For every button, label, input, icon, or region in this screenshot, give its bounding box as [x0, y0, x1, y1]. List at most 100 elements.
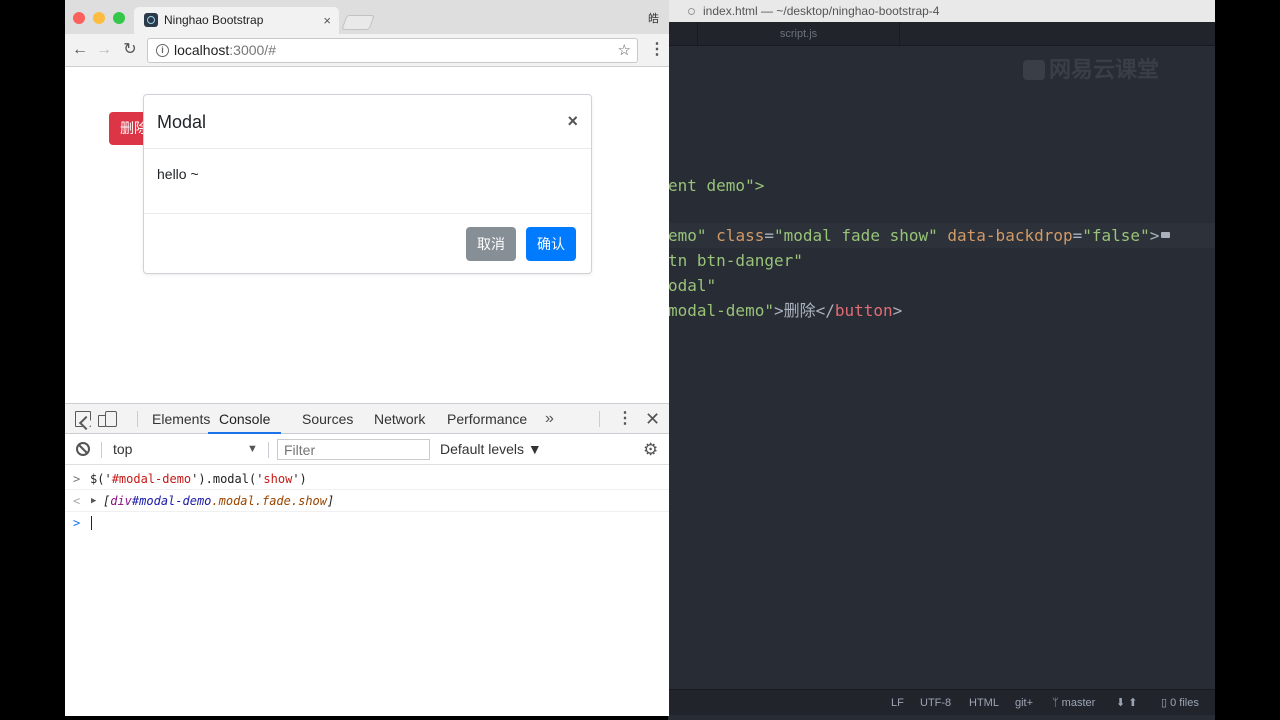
filter-input[interactable] — [277, 439, 430, 460]
browser-tabstrip: Ninghao Bootstrap × 皓 — [65, 0, 669, 34]
page-viewport: 删除 Modal × hello ~ 取消 确认 — [65, 67, 669, 403]
modal-dialog: Modal × hello ~ 取消 确认 — [143, 94, 592, 274]
reload-icon[interactable]: ↻ — [119, 39, 141, 61]
divider — [268, 442, 269, 458]
editor-tab-bar: script.js — [668, 22, 1215, 46]
url-text[interactable]: localhost:3000/# — [174, 39, 276, 62]
info-icon[interactable]: i — [156, 44, 169, 57]
bookmark-star-icon[interactable]: ☆ — [618, 39, 631, 62]
confirm-button[interactable]: 确认 — [526, 227, 576, 261]
devtools-close-icon[interactable]: ✕ — [645, 404, 660, 434]
window-minimize-button[interactable] — [93, 12, 105, 24]
tab-network[interactable]: Network — [374, 404, 425, 434]
cancel-button[interactable]: 取消 — [466, 227, 516, 261]
context-select[interactable]: top — [113, 434, 132, 465]
window-close-button[interactable] — [73, 12, 85, 24]
log-levels-dropdown[interactable]: Default levels ▼ — [440, 434, 542, 465]
file-status-dot-icon — [688, 8, 695, 15]
console-result[interactable]: [div#modal-demo.modal.fade.show] — [103, 490, 334, 512]
modal-header: Modal × — [144, 95, 591, 149]
window-zoom-button[interactable] — [113, 12, 125, 24]
code-line-3[interactable]: tn btn-danger" — [668, 248, 813, 273]
back-icon[interactable]: ← — [69, 39, 91, 61]
code-token: > — [1149, 226, 1160, 245]
editor-tab-script[interactable]: script.js — [698, 22, 900, 46]
editor-title: index.html — ~/desktop/ninghao-bootstrap… — [703, 4, 940, 18]
react-favicon-icon — [144, 13, 158, 27]
watermark-text: 网易云课堂 — [1049, 57, 1160, 82]
devtools-menu-icon[interactable]: ⋮ — [617, 404, 633, 433]
input-prompt-icon: > — [73, 472, 81, 486]
branch-name: master — [1061, 697, 1096, 709]
tab-close-icon[interactable]: × — [323, 7, 331, 34]
code-line-4[interactable]: odal" — [668, 273, 726, 298]
more-tabs-icon[interactable]: » — [545, 404, 554, 433]
code-token: class — [716, 226, 765, 245]
profile-button[interactable]: 皓 — [648, 10, 659, 26]
code-token: = — [764, 226, 774, 245]
console-prompt-line[interactable]: > — [65, 512, 669, 534]
fetch-push-icon[interactable]: ⬇ ⬆ — [1116, 690, 1138, 716]
code-token: tn btn-danger" — [668, 251, 803, 270]
code-token: ').modal(' — [191, 472, 264, 486]
forward-icon[interactable]: → — [93, 39, 115, 61]
gear-icon[interactable]: ⚙ — [643, 434, 658, 465]
browser-toolbar: ← → ↻ i localhost:3000/# ☆ ⋮ — [65, 34, 669, 67]
code-token: ') — [292, 472, 307, 486]
devtools-tabbar: Elements Console Sources Network Perform… — [65, 404, 669, 434]
inspect-element-icon[interactable] — [75, 411, 91, 427]
editor-tab-index[interactable] — [668, 22, 698, 46]
code-token: ent demo"> — [668, 176, 765, 195]
tab-performance[interactable]: Performance — [447, 404, 527, 434]
clear-console-icon[interactable] — [76, 442, 90, 456]
grammar-status[interactable]: HTML — [969, 690, 999, 716]
encoding-status[interactable]: UTF-8 — [920, 690, 951, 716]
console-command: $('#modal-demo').modal('show') — [90, 468, 307, 490]
device-toolbar-icon[interactable] — [98, 411, 117, 427]
code-token: button — [834, 301, 893, 320]
url-host: localhost — [174, 42, 230, 58]
code-token: ] — [327, 494, 335, 508]
active-prompt-icon: > — [73, 516, 81, 530]
devtools-panel: Elements Console Sources Network Perform… — [65, 403, 669, 716]
modal-footer: 取消 确认 — [144, 213, 591, 274]
git-status[interactable]: git+ — [1015, 690, 1033, 716]
code-token: > — [892, 301, 903, 320]
browser-window: Ninghao Bootstrap × 皓 ← → ↻ i localhost:… — [65, 0, 669, 716]
editor-tab-empty — [900, 22, 1215, 46]
modal-body: hello ~ — [157, 166, 199, 182]
divider — [101, 442, 102, 458]
console-result-line[interactable]: < ▶ [div#modal-demo.modal.fade.show] — [65, 490, 669, 512]
fold-marker-icon[interactable] — [1161, 232, 1171, 238]
watermark-logo-icon — [1023, 60, 1045, 80]
browser-tab[interactable]: Ninghao Bootstrap × — [134, 7, 339, 34]
files-status[interactable]: ▯ 0 files — [1161, 690, 1199, 716]
code-token: show — [263, 472, 293, 486]
new-tab-button[interactable] — [341, 15, 375, 30]
code-token: "modal fade show" — [773, 226, 938, 245]
branch-icon: ᛘ — [1052, 697, 1059, 709]
tab-console[interactable]: Console — [208, 404, 282, 434]
code-token: $(' — [90, 472, 112, 486]
chevron-down-icon[interactable]: ▼ — [247, 434, 258, 465]
address-bar[interactable]: i localhost:3000/# ☆ — [147, 38, 638, 63]
expand-triangle-icon[interactable]: ▶ — [91, 490, 96, 512]
code-editor-window: index.html — ~/desktop/ninghao-bootstrap… — [668, 0, 1215, 720]
branch-status[interactable]: ᛘ master — [1052, 690, 1095, 716]
code-token: odal" — [668, 276, 717, 295]
tab-elements[interactable]: Elements — [152, 404, 210, 434]
console-input-line[interactable]: > $('#modal-demo').modal('show') — [65, 468, 669, 490]
tab-sources[interactable]: Sources — [302, 404, 353, 434]
text-caret — [91, 516, 92, 530]
divider — [599, 411, 600, 427]
modal-close-icon[interactable]: × — [567, 95, 578, 147]
code-line-5[interactable]: modal-demo">删除</button> — [668, 298, 912, 323]
code-line-1[interactable]: ent demo"> — [668, 173, 774, 198]
console-toolbar: top ▼ Default levels ▼ ⚙ — [65, 434, 669, 465]
code-line-2[interactable]: emo" class="modal fade show" data-backdr… — [668, 223, 1215, 248]
editor-status-bar: LF UTF-8 HTML git+ ᛘ master ⬇ ⬆ ▯ 0 file… — [668, 689, 1215, 715]
line-ending-status[interactable]: LF — [891, 690, 904, 716]
browser-menu-icon[interactable]: ⋮ — [649, 38, 665, 62]
